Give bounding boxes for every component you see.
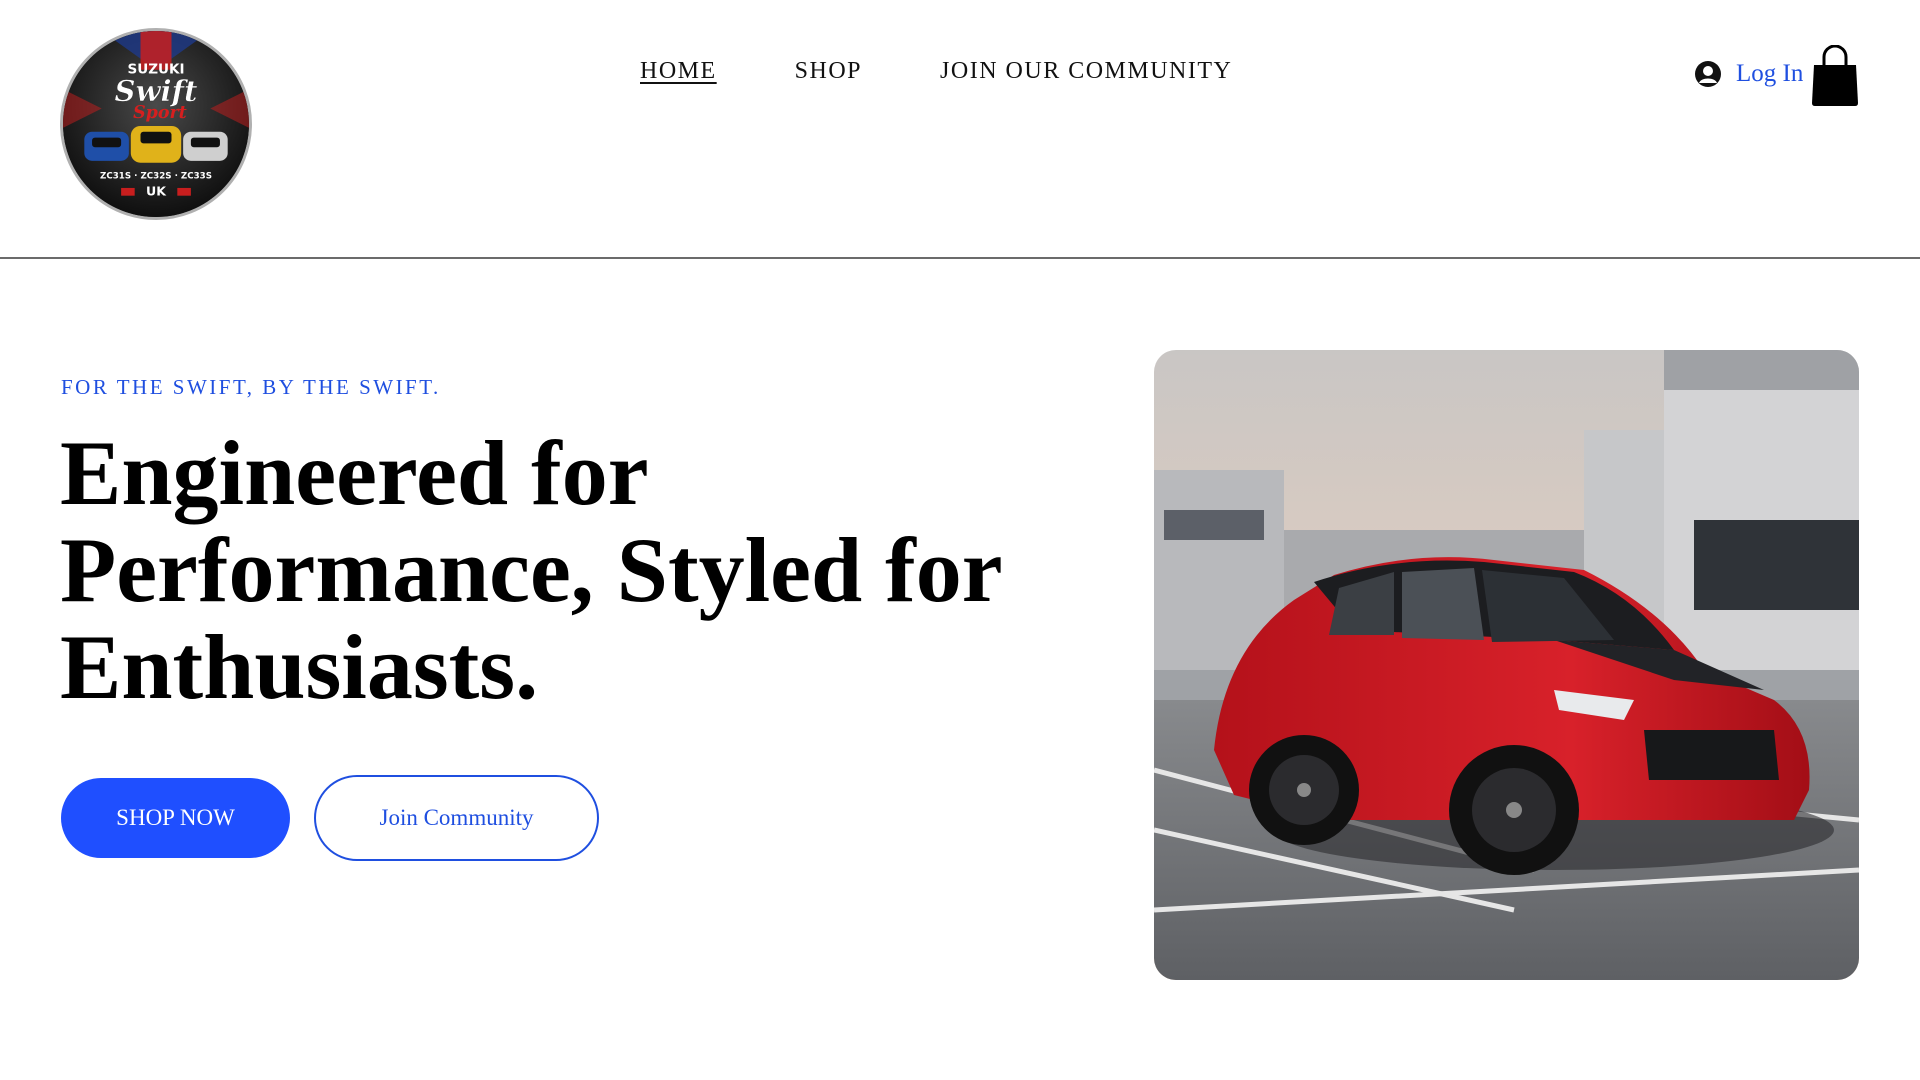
hero-eyebrow: FOR THE SWIFT, BY THE SWIFT. [61, 375, 441, 399]
login-button[interactable]: Log In [1694, 60, 1803, 88]
shop-now-button[interactable]: SHOP NOW [61, 778, 290, 858]
site-logo[interactable]: SUZUKI Swift Sport ZC31S · ZC32S · ZC33S… [60, 28, 252, 220]
red-swift-car-image [1154, 350, 1859, 980]
hero-headline: Engineered for Performance, Styled for E… [60, 425, 1080, 716]
swift-sport-logo-icon: SUZUKI Swift Sport ZC31S · ZC32S · ZC33S… [63, 31, 249, 217]
hero-headline-line-1: Engineered for [60, 422, 649, 524]
nav-community-link[interactable]: JOIN OUR COMMUNITY [940, 58, 1232, 85]
join-community-button[interactable]: Join Community [314, 775, 599, 861]
user-circle-icon [1695, 61, 1721, 87]
login-label: Log In [1736, 60, 1804, 87]
main-nav: HOME SHOP JOIN OUR COMMUNITY [640, 58, 1232, 85]
nav-shop-link[interactable]: SHOP [795, 58, 862, 85]
hero-car-image [1154, 350, 1859, 980]
site-header: SUZUKI Swift Sport ZC31S · ZC32S · ZC33S… [0, 0, 1920, 259]
logo-models-text: ZC31S · ZC32S · ZC33S [100, 171, 212, 181]
logo-region-text: UK [146, 184, 167, 199]
logo-subword-text: Sport [133, 103, 187, 123]
hero-headline-line-2: Performance, Styled for [60, 519, 1003, 621]
nav-home-link[interactable]: HOME [640, 58, 717, 85]
shopping-bag-icon[interactable] [1810, 45, 1860, 107]
hero-headline-line-3: Enthusiasts. [60, 616, 539, 718]
